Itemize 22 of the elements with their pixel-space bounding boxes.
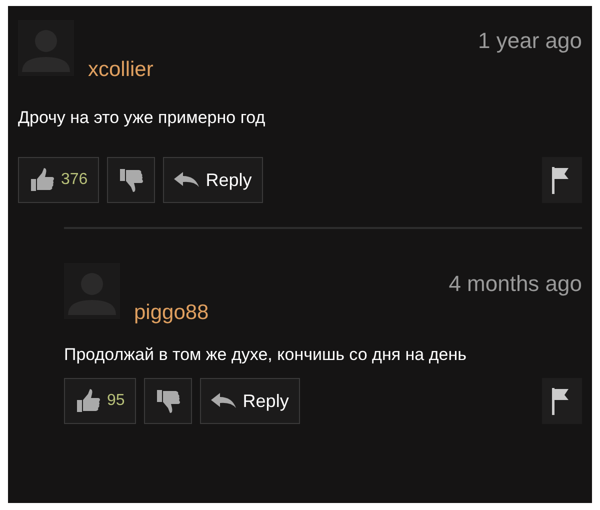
report-button[interactable] xyxy=(542,378,582,424)
thumbs-up-icon xyxy=(29,167,55,193)
timestamp: 4 months ago xyxy=(448,271,582,297)
thumbs-up-icon xyxy=(75,388,101,414)
report-button[interactable] xyxy=(542,157,582,203)
like-count: 95 xyxy=(107,392,125,410)
comment-text: Дрочу на это уже примерно год xyxy=(18,107,266,129)
thumbs-down-icon xyxy=(118,167,144,193)
thumbs-down-icon xyxy=(154,388,181,414)
reply-arrow-icon xyxy=(210,392,237,410)
username[interactable]: xcollier xyxy=(88,58,154,82)
dislike-button[interactable] xyxy=(144,378,192,424)
comment-text: Продолжай в том же духе, кончишь со дня на день xyxy=(64,344,468,366)
timestamp: 1 year ago xyxy=(478,28,582,54)
dislike-button[interactable] xyxy=(106,157,155,203)
reply-arrow-icon xyxy=(174,171,200,189)
reply-button[interactable]: Reply xyxy=(162,157,263,203)
username[interactable]: piggo88 xyxy=(134,301,209,325)
like-button[interactable]: 95 xyxy=(64,378,136,424)
like-button[interactable]: 376 xyxy=(18,157,99,203)
like-count: 376 xyxy=(61,171,88,189)
reply-button[interactable]: Reply xyxy=(200,378,300,424)
